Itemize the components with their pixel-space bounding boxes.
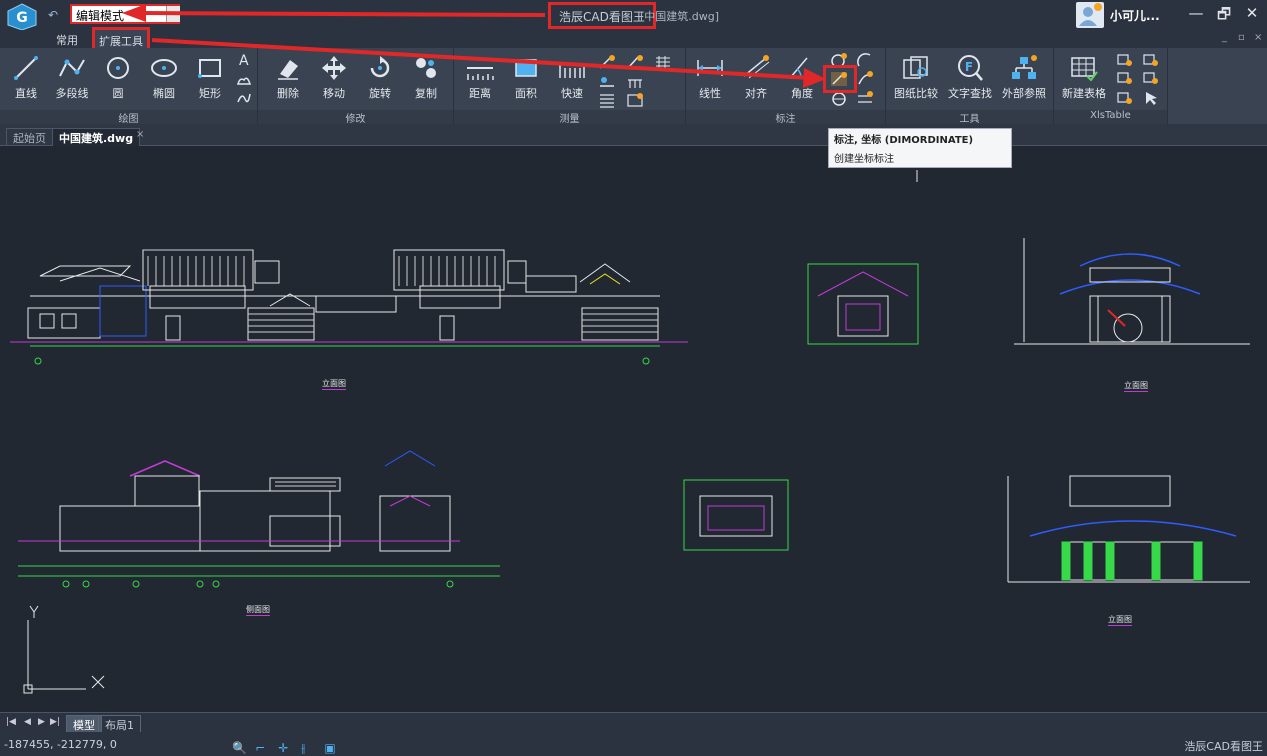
prev-layout-icon[interactable]: ◀ xyxy=(24,717,31,727)
grid-icon[interactable]: ▣ xyxy=(324,741,338,755)
first-layout-icon[interactable]: |◀ xyxy=(6,717,16,727)
cad-drawing xyxy=(10,170,1250,694)
status-tools: 🔍 ⌐ ✛ ⫲ ▣ xyxy=(232,737,342,756)
pavilion-elevation-2 xyxy=(1007,475,1250,583)
elevation-drawing-1 xyxy=(10,249,688,365)
snap-icon[interactable]: ✛ xyxy=(278,741,292,755)
annotation-arrows xyxy=(122,4,826,88)
side-elevation-drawing xyxy=(18,450,500,588)
cad-app-window: G ↶ 编辑模式 浩辰CAD看图王 [中国建筑.dwg] 小可儿... — 🗗 … xyxy=(0,0,1267,756)
drawing-label-elevation-1: 立面图 xyxy=(322,379,346,390)
zoom-icon[interactable]: 🔍 xyxy=(232,741,247,755)
layout-tabs-bar: |◀ ◀ ▶ ▶| 模型 布局1 xyxy=(0,712,1267,735)
drawing-label-elevation-2: 立面图 xyxy=(1124,381,1148,392)
status-app-name: 浩辰CAD看图王 xyxy=(1184,740,1263,753)
next-layout-icon[interactable]: ▶ xyxy=(38,717,45,727)
drawing-label-side: 侧面图 xyxy=(246,605,270,616)
status-bar: -187455, -212779, 0 🔍 ⌐ ✛ ⫲ ▣ 浩辰CAD看图王 xyxy=(0,732,1267,756)
polar-icon[interactable]: ⫲ xyxy=(301,741,315,755)
tooltip-description: 创建坐标标注 xyxy=(834,154,894,165)
section-detail-2 xyxy=(683,479,789,551)
drawing-label-elevation-3: 立面图 xyxy=(1108,615,1132,626)
drawing-canvas[interactable]: 立面图 立面图 侧面图 立面图 xyxy=(0,146,1267,712)
section-detail-1 xyxy=(807,263,919,345)
last-layout-icon[interactable]: ▶| xyxy=(50,717,60,727)
ucs-axis-icon xyxy=(23,605,105,694)
ortho-icon[interactable]: ⌐ xyxy=(255,741,269,755)
pavilion-elevation-1 xyxy=(1014,238,1250,345)
coordinate-readout: -187455, -212779, 0 xyxy=(4,738,117,751)
